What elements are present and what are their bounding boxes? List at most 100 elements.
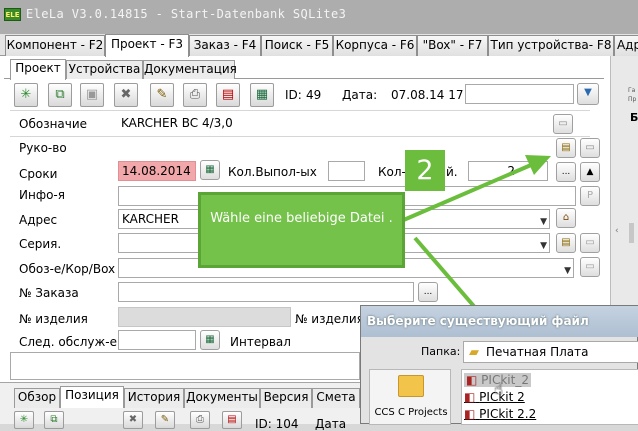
address-label: Адрес xyxy=(19,213,58,227)
order-more-button[interactable]: ... xyxy=(418,282,438,302)
tab-position[interactable]: Позиция xyxy=(60,386,124,408)
app-logo-icon: ELE xyxy=(4,8,21,21)
new-project-icon[interactable]: ✳ xyxy=(14,83,38,107)
tab-estimate[interactable]: Смета xyxy=(312,388,360,408)
copy-position-icon[interactable]: ⧉ xyxy=(44,411,64,429)
title-bar: ELE EleLa V3.0.14815 - Start-Datenbank S… xyxy=(0,0,638,34)
delete-position-icon[interactable]: ✖ xyxy=(123,411,143,429)
box-extra-icon[interactable]: ▭ xyxy=(580,257,600,277)
address-home-icon[interactable]: ⌂ xyxy=(556,208,576,228)
designation-action-icon[interactable]: ▭ xyxy=(553,114,573,134)
edit-position-icon[interactable]: ✎ xyxy=(155,411,175,429)
chevron-down-icon: ▼ xyxy=(564,266,571,276)
pdf-icon: ◧ xyxy=(466,373,478,387)
tab-packages[interactable]: Корпуса - F6 xyxy=(333,35,417,56)
tab-version[interactable]: Версия xyxy=(260,388,312,408)
address-value: KARCHER xyxy=(122,212,179,226)
calculator-icon[interactable]: ▦ xyxy=(250,83,274,107)
designation-label: Обозначие xyxy=(19,117,88,131)
tab-search[interactable]: Поиск - F5 xyxy=(261,35,333,56)
print-icon[interactable]: ⎙ xyxy=(183,83,207,107)
calendar-icon[interactable]: ▦ xyxy=(200,160,220,180)
folder-value: Печатная Плата xyxy=(486,345,589,359)
manager-field[interactable] xyxy=(118,138,548,158)
order-label: № Заказа xyxy=(19,286,79,300)
tab-overview[interactable]: Обзор xyxy=(14,388,60,408)
copy-project-icon[interactable]: ⧉ xyxy=(48,83,72,107)
edit-icon[interactable]: ✎ xyxy=(150,83,174,107)
count-done-label: Кол.Выпол-ых xyxy=(228,165,317,179)
item-no-field xyxy=(118,307,291,327)
count-label-tail: й. xyxy=(446,165,458,179)
tab-history[interactable]: История xyxy=(124,388,184,408)
window-title: EleLa V3.0.14815 - Start-Datenbank SQLit… xyxy=(26,7,347,21)
item-no-label: № изделия xyxy=(19,312,88,326)
right-panel-text: Га xyxy=(628,87,636,94)
duplicate-icon[interactable]: ▣ xyxy=(80,83,104,107)
manager-folder-icon[interactable]: ▤ xyxy=(556,138,576,158)
splitter-handle[interactable] xyxy=(629,223,634,243)
next-service-field[interactable] xyxy=(118,330,196,350)
id-value: 49 xyxy=(306,88,322,102)
count-more-button[interactable]: ... xyxy=(556,162,576,182)
right-panel-text: Пр xyxy=(628,96,637,103)
info-label: Инфо-я xyxy=(19,188,65,202)
bottom-id-label: ID: 104 xyxy=(255,417,299,431)
sub-tab-bar: Проект Устройства Документация xyxy=(4,59,604,80)
tab-box[interactable]: "Box" - F7 xyxy=(417,35,488,56)
calendar-icon[interactable]: ▦ xyxy=(200,330,220,350)
main-tab-bar: Компонент - F2 Проект - F3 Заказ - F4 По… xyxy=(0,34,638,57)
box-label: Обоз-е/Кор/Box xyxy=(19,262,116,276)
hand-cursor-icon: ☝ xyxy=(494,380,504,398)
tab-address[interactable]: Адр xyxy=(614,35,638,56)
deadline-label: Сроки xyxy=(19,167,58,181)
notes-field[interactable] xyxy=(10,352,360,380)
new-position-icon[interactable]: ✳ xyxy=(14,411,34,429)
deadline-field[interactable]: 14.08.2014 xyxy=(118,161,196,181)
file-open-dialog: Выберите существующий файл Папка: ▰ Печа… xyxy=(360,305,638,425)
export-icon[interactable]: ▤ xyxy=(216,83,240,107)
item-no-label-2: № изделия xyxy=(295,312,364,326)
step-number-badge: 2 xyxy=(405,150,445,191)
toolbar-field[interactable] xyxy=(465,84,574,104)
export-position-icon[interactable]: ▤ xyxy=(222,411,242,429)
filter-icon[interactable]: ▼ xyxy=(577,83,599,105)
folder-icon: ▰ xyxy=(469,345,479,360)
date-value: 07.08.14 17 xyxy=(391,88,464,102)
date-label: Дата: xyxy=(342,88,378,102)
count-field[interactable]: 2 xyxy=(468,161,548,181)
tab-device-type[interactable]: Тип устройства- F8 xyxy=(488,35,614,56)
manager-extra-icon[interactable]: ▭ xyxy=(580,138,600,158)
count-label: Кол- xyxy=(378,165,406,179)
series-extra-icon[interactable]: ▭ xyxy=(580,233,600,253)
chevron-down-icon: ▼ xyxy=(540,217,547,227)
bottom-tab-area: Обзор Позиция История Документы Версия С… xyxy=(0,382,362,431)
count-done-field[interactable] xyxy=(328,161,365,181)
folder-label: Папка: xyxy=(421,345,461,358)
next-service-label: След. обслуж-е xyxy=(19,335,117,349)
order-field[interactable] xyxy=(118,282,414,302)
place-label: CCS C Projects xyxy=(374,407,448,418)
tab-component[interactable]: Компонент - F2 xyxy=(5,35,105,56)
place-ccs-projects[interactable]: CCS C Projects xyxy=(369,369,451,425)
pdf-icon: ◧ xyxy=(464,407,476,421)
manager-label: Руко-во xyxy=(19,141,67,155)
collapse-arrow-icon[interactable]: ‹ xyxy=(615,221,624,241)
sort-up-icon[interactable]: ▲ xyxy=(580,162,600,182)
file-list: ◧ PICkit_2 ◧ PICkit 2 ◧ PICkit 2.2 ☝ xyxy=(461,369,638,425)
subtab-project[interactable]: Проект xyxy=(10,59,66,80)
file-item[interactable]: ◧ PICkit 2.2 xyxy=(464,407,536,421)
tab-order[interactable]: Заказ - F4 xyxy=(189,35,261,56)
tab-project[interactable]: Проект - F3 xyxy=(105,34,189,57)
print-position-icon[interactable]: ⎙ xyxy=(190,411,210,429)
info-p-button[interactable]: P xyxy=(580,186,600,206)
dialog-title: Выберите существующий файл xyxy=(361,306,638,337)
folder-dropdown[interactable]: ▰ Печатная Плата xyxy=(463,341,638,363)
subtab-documentation[interactable]: Документация xyxy=(143,60,237,79)
delete-icon[interactable]: ✖ xyxy=(114,83,138,107)
subtab-devices[interactable]: Устройства xyxy=(66,60,143,79)
series-label: Серия. xyxy=(19,237,62,251)
series-folder-icon[interactable]: ▤ xyxy=(556,233,576,253)
designation-field[interactable]: KARCHER BC 4/3,0 xyxy=(118,114,548,134)
tab-documents[interactable]: Документы xyxy=(184,388,260,408)
